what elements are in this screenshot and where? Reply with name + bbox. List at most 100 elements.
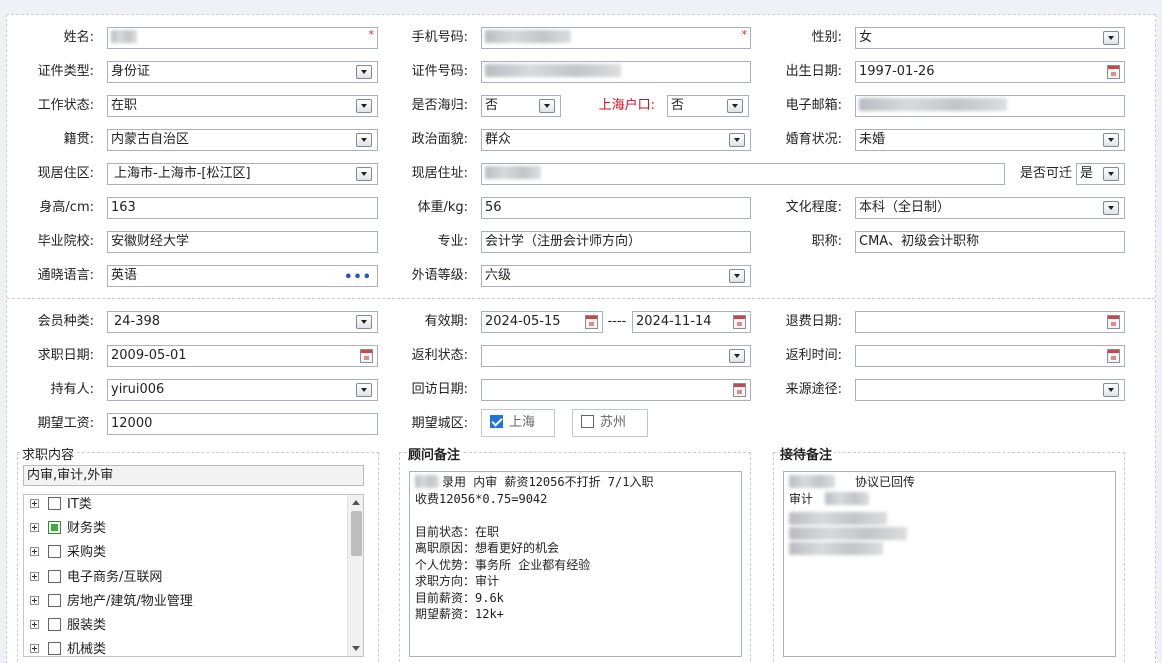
refund-date-label: 退费日期:: [785, 314, 842, 329]
chevron-down-icon[interactable]: [727, 99, 743, 113]
idno-input[interactable]: [481, 61, 751, 83]
scroll-up-arrow-icon[interactable]: [352, 500, 360, 505]
checkbox-unchecked-icon[interactable]: [48, 593, 61, 607]
job-category-tree[interactable]: IT类 财务类 采购类 电子商务/互联网 房地产/建筑/物业管理 服装类 机械类: [23, 494, 364, 657]
political-value: 群众: [485, 132, 512, 147]
tree-item-purchase[interactable]: 采购类: [30, 543, 106, 563]
language-input[interactable]: 英语 •••: [107, 265, 378, 287]
idtype-select[interactable]: 身份证: [107, 61, 378, 83]
city-shanghai-checkbox[interactable]: 上海: [481, 409, 555, 437]
calendar-icon[interactable]: [1107, 349, 1120, 363]
name-input[interactable]: *: [107, 27, 378, 49]
birth-date-input[interactable]: 1997-01-26: [855, 61, 1125, 83]
scroll-down-arrow-icon[interactable]: [352, 646, 360, 651]
jobseek-date-input[interactable]: 2009-05-01: [107, 345, 378, 367]
validity-start-input[interactable]: 2024-05-15: [481, 311, 603, 333]
more-options-icon[interactable]: •••: [344, 268, 372, 286]
title-input[interactable]: CMA、初级会计职称: [855, 231, 1125, 253]
chevron-down-icon[interactable]: [1103, 383, 1119, 397]
phone-input[interactable]: *: [481, 27, 751, 49]
residence-select[interactable]: 上海市-上海市-[松江区]: [107, 163, 378, 185]
chevron-down-icon[interactable]: [356, 167, 372, 181]
chevron-down-icon[interactable]: [356, 133, 372, 147]
birth-value: 1997-01-26: [859, 64, 935, 79]
relocate-label: 是否可迁: [1019, 166, 1072, 181]
workstatus-select[interactable]: 在职: [107, 95, 378, 117]
tree-scrollbar[interactable]: [347, 495, 363, 656]
city-suzhou-checkbox[interactable]: 苏州: [572, 409, 648, 437]
chevron-down-icon[interactable]: [729, 269, 745, 283]
chevron-down-icon[interactable]: [356, 65, 372, 79]
checkbox-partial-icon[interactable]: [48, 520, 61, 534]
checkbox-unchecked-icon[interactable]: [48, 496, 61, 510]
calendar-icon[interactable]: [585, 315, 598, 329]
expand-icon[interactable]: [30, 546, 39, 556]
chevron-down-icon[interactable]: [1103, 31, 1119, 45]
tree-item-apparel[interactable]: 服装类: [30, 616, 106, 636]
chevron-down-icon[interactable]: [729, 133, 745, 147]
relocate-select[interactable]: 是: [1076, 163, 1125, 185]
tree-item-ecommerce[interactable]: 电子商务/互联网: [30, 568, 162, 588]
source-select[interactable]: [855, 379, 1125, 401]
shanghai-hukou-select[interactable]: 否: [667, 95, 749, 117]
political-select[interactable]: 群众: [481, 129, 751, 151]
holder-select[interactable]: yirui006: [107, 379, 378, 401]
rebate-time-input[interactable]: [855, 345, 1125, 367]
checkbox-unchecked-icon[interactable]: [48, 641, 61, 655]
expand-icon[interactable]: [30, 571, 39, 581]
member-type-select[interactable]: 24-398: [107, 311, 378, 333]
idno-label: 证件号码:: [411, 64, 468, 79]
gender-select[interactable]: 女: [855, 27, 1125, 49]
language-value: 英语: [111, 268, 138, 283]
calendar-icon[interactable]: [733, 383, 746, 397]
calendar-icon[interactable]: [1107, 65, 1120, 79]
expand-icon[interactable]: [30, 643, 39, 653]
salary-input[interactable]: 12000: [107, 413, 378, 435]
chevron-down-icon[interactable]: [1103, 133, 1119, 147]
city-suzhou-label: 苏州: [600, 415, 627, 430]
calendar-icon[interactable]: [1107, 315, 1120, 329]
origin-select[interactable]: 内蒙古自治区: [107, 129, 378, 151]
education-select[interactable]: 本科（全日制）: [855, 197, 1125, 219]
height-input[interactable]: 163: [107, 197, 378, 219]
expand-icon[interactable]: [30, 619, 39, 629]
scroll-thumb[interactable]: [351, 511, 362, 556]
expand-icon[interactable]: [30, 522, 39, 532]
weight-input[interactable]: 56: [481, 197, 751, 219]
chevron-down-icon[interactable]: [1103, 167, 1119, 181]
revisit-date-input[interactable]: [481, 379, 751, 401]
chevron-down-icon[interactable]: [1103, 201, 1119, 215]
chevron-down-icon[interactable]: [356, 383, 372, 397]
chevron-down-icon[interactable]: [356, 315, 372, 329]
checkbox-unchecked-icon[interactable]: [48, 569, 61, 583]
tree-item-realestate[interactable]: 房地产/建筑/物业管理: [30, 592, 193, 612]
required-mark: *: [368, 28, 375, 41]
school-input[interactable]: 安徽财经大学: [107, 231, 378, 253]
tree-item-finance[interactable]: 财务类: [30, 519, 106, 539]
checkbox-unchecked-icon[interactable]: [48, 617, 61, 631]
tree-item-machinery[interactable]: 机械类: [30, 640, 106, 656]
chevron-down-icon[interactable]: [729, 349, 745, 363]
origin-label: 籍贯:: [63, 132, 94, 147]
marital-select[interactable]: 未婚: [855, 129, 1125, 151]
redacted-text: [789, 512, 887, 525]
rebate-status-select[interactable]: [481, 345, 751, 367]
reception-notes-textarea[interactable]: 协议已回传 审计: [783, 471, 1116, 657]
returnee-select[interactable]: 否: [481, 95, 561, 117]
expand-icon[interactable]: [30, 595, 39, 605]
refund-date-input[interactable]: [855, 311, 1125, 333]
checkbox-unchecked-icon[interactable]: [48, 544, 61, 558]
chevron-down-icon[interactable]: [539, 99, 555, 113]
major-input[interactable]: 会计学（注册会计师方向）: [481, 231, 751, 253]
foreign-level-select[interactable]: 六级: [481, 265, 751, 287]
calendar-icon[interactable]: [360, 349, 373, 363]
chevron-down-icon[interactable]: [356, 99, 372, 113]
calendar-icon[interactable]: [733, 315, 746, 329]
email-input[interactable]: [855, 95, 1125, 117]
address-input[interactable]: [481, 163, 1005, 185]
validity-end-input[interactable]: 2024-11-14: [632, 311, 751, 333]
political-label: 政治面貌:: [411, 132, 468, 147]
tree-item-it[interactable]: IT类: [30, 495, 92, 515]
expand-icon[interactable]: [30, 498, 39, 508]
consultant-notes-textarea[interactable]: 录用 内审 薪资12056不打折 7/1入职 收费12056*0.75=9042 目…: [409, 471, 742, 657]
